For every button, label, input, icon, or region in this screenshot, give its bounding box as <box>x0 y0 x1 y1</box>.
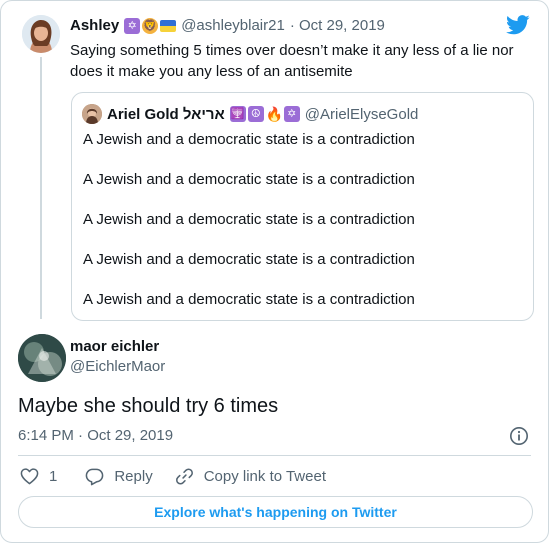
tweet-text: Maybe she should try 6 times <box>18 395 279 417</box>
avatar[interactable] <box>18 334 66 382</box>
parent-tweet-text: Saying something 5 times over doesn’t ma… <box>70 42 514 80</box>
parent-tweet-header: Ashley ✡ 🦁 @ashleyblair21 · Oct 29, 2019 <box>70 17 385 34</box>
quoted-author-name: Ariel Gold אריאל <box>107 105 225 123</box>
tweet-embed-card: Ashley ✡ 🦁 @ashleyblair21 · Oct 29, 2019… <box>0 0 549 543</box>
author-handle[interactable]: @EichlerMaor <box>70 358 165 375</box>
quoted-line: A Jewish and a democratic state is a con… <box>83 251 415 268</box>
like-button[interactable]: 1 <box>20 467 57 486</box>
quoted-line: A Jewish and a democratic state is a con… <box>83 131 415 148</box>
quoted-tweet-text: A Jewish and a democratic state is a con… <box>83 130 415 330</box>
star-of-david-icon: ✡ <box>124 17 141 34</box>
copy-link-label: Copy link to Tweet <box>203 467 326 485</box>
peace-icon: ☮ <box>247 106 264 122</box>
star-of-david-icon: ✡ <box>283 106 300 122</box>
reply-icon <box>86 468 104 485</box>
heart-icon <box>20 467 39 484</box>
info-icon[interactable] <box>509 426 529 446</box>
author-handle[interactable]: @ashleyblair21 <box>181 17 285 34</box>
author-name[interactable]: Ashley <box>70 17 119 34</box>
quoted-line: A Jewish and a democratic state is a con… <box>83 211 415 228</box>
thread-line <box>40 57 42 319</box>
quoted-author-handle: @ArielElyseGold <box>304 105 419 123</box>
twitter-bird-icon[interactable] <box>506 15 530 35</box>
quoted-line: A Jewish and a democratic state is a con… <box>83 171 415 188</box>
avatar[interactable] <box>22 15 60 53</box>
link-icon <box>175 467 193 485</box>
tweet-date[interactable]: · Oct 29, 2019 <box>290 17 385 34</box>
copy-link-button[interactable]: Copy link to Tweet <box>175 467 326 486</box>
like-count: 1 <box>49 467 58 485</box>
author-name[interactable]: maor eichler <box>70 338 159 355</box>
reply-label: Reply <box>114 467 153 485</box>
tweet-actions: 1 Reply Copy link to Tweet <box>20 466 326 486</box>
quoted-line: A Jewish and a democratic state is a con… <box>83 291 415 308</box>
quoted-tweet[interactable]: Ariel Gold אריאל 🕎 ☮ 🔥 ✡ @ArielElyseGold… <box>71 92 534 321</box>
reply-button[interactable]: Reply <box>85 467 153 486</box>
menorah-icon: 🕎 <box>229 106 246 122</box>
name-emojis: ✡ 🦁 <box>124 17 177 34</box>
divider <box>18 455 531 456</box>
explore-twitter-button[interactable]: Explore what's happening on Twitter <box>18 496 533 528</box>
quoted-tweet-header: Ariel Gold אריאל 🕎 ☮ 🔥 ✡ @ArielElyseGold <box>82 104 418 124</box>
fire-icon: 🔥 <box>265 106 284 122</box>
quoted-name-emojis: 🕎 ☮ 🔥 ✡ <box>229 106 300 122</box>
ukraine-flag-icon <box>160 19 177 32</box>
tweet-timestamp[interactable]: 6:14 PM · Oct 29, 2019 <box>18 427 173 444</box>
lion-icon: 🦁 <box>142 17 159 34</box>
avatar <box>82 104 102 124</box>
